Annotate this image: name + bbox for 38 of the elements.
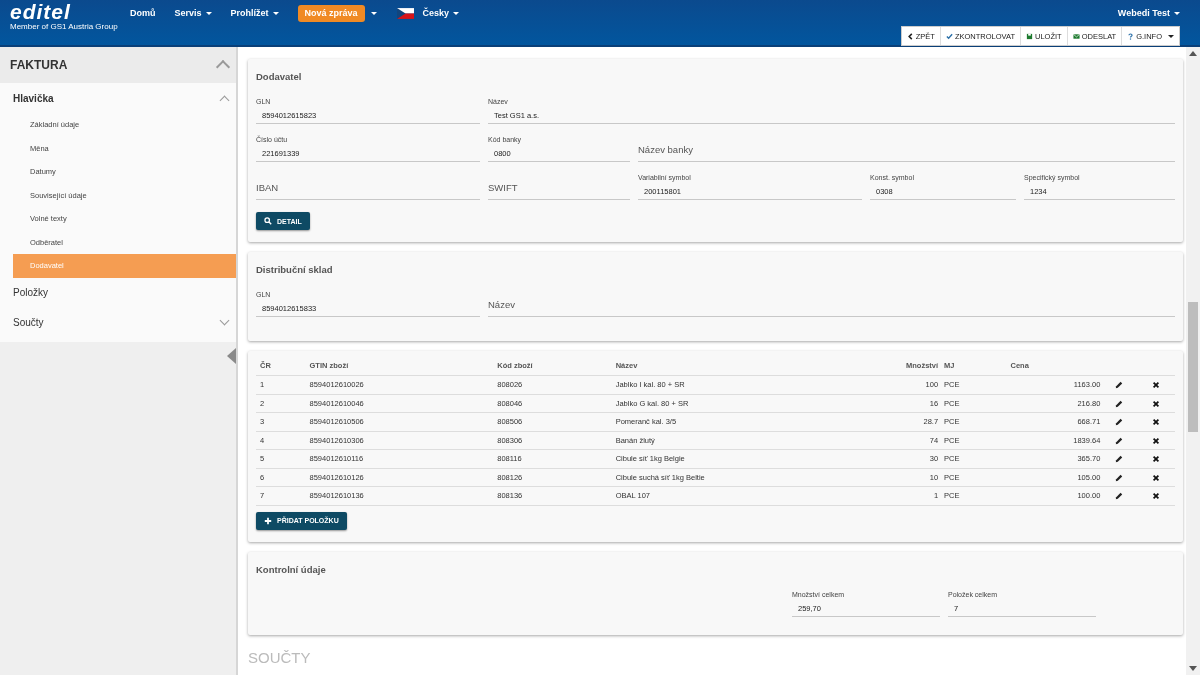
envelope-icon bbox=[1072, 32, 1080, 40]
input-field[interactable]: Název banky bbox=[638, 140, 1175, 162]
sidebar-header[interactable]: FAKTURA bbox=[0, 47, 236, 83]
check-icon bbox=[945, 32, 953, 40]
help-icon bbox=[1127, 32, 1135, 40]
save-icon bbox=[1026, 32, 1034, 40]
section-heading: SOUČTY bbox=[248, 648, 312, 666]
section-title: Dodavatel bbox=[256, 71, 303, 82]
plus-icon bbox=[264, 516, 272, 525]
delete-icon[interactable] bbox=[1152, 492, 1161, 501]
logo[interactable]: editel bbox=[10, 2, 130, 22]
logo-tagline: Member of GS1 Austria Group bbox=[10, 22, 119, 31]
section-title: Distribuční sklad bbox=[256, 264, 334, 275]
sidebar-section[interactable]: Položky bbox=[0, 277, 236, 308]
input-field[interactable]: SWIFT bbox=[488, 178, 630, 200]
input-field[interactable]: Název bbox=[488, 295, 1175, 317]
user-menu[interactable]: Webedi Test bbox=[1117, 0, 1180, 26]
nav-link[interactable]: Domů bbox=[130, 8, 156, 18]
delete-icon[interactable] bbox=[1152, 455, 1161, 464]
nav-link[interactable]: Servis bbox=[174, 8, 212, 18]
delete-icon[interactable] bbox=[1152, 418, 1161, 427]
sidebar-section[interactable]: Hlavička bbox=[0, 83, 236, 113]
back-icon bbox=[906, 32, 914, 40]
sidebar-section[interactable]: Součty bbox=[0, 307, 236, 338]
language-menu[interactable]: Česky bbox=[422, 8, 460, 18]
input-field[interactable]: IBAN bbox=[256, 178, 480, 200]
delete-icon[interactable] bbox=[1152, 399, 1161, 408]
pencil-icon[interactable] bbox=[1115, 492, 1123, 501]
collapse-handle-icon[interactable] bbox=[227, 347, 236, 364]
nav-link[interactable]: Prohlížet bbox=[230, 8, 279, 18]
caret-icon[interactable] bbox=[370, 11, 377, 15]
search-icon bbox=[264, 217, 272, 225]
delete-icon[interactable] bbox=[1152, 436, 1161, 445]
flag-icon bbox=[396, 7, 414, 19]
delete-icon[interactable] bbox=[1152, 473, 1161, 482]
scrollbar[interactable] bbox=[1186, 47, 1200, 675]
delete-icon[interactable] bbox=[1152, 381, 1161, 390]
section-title: Kontrolní údaje bbox=[256, 563, 327, 575]
